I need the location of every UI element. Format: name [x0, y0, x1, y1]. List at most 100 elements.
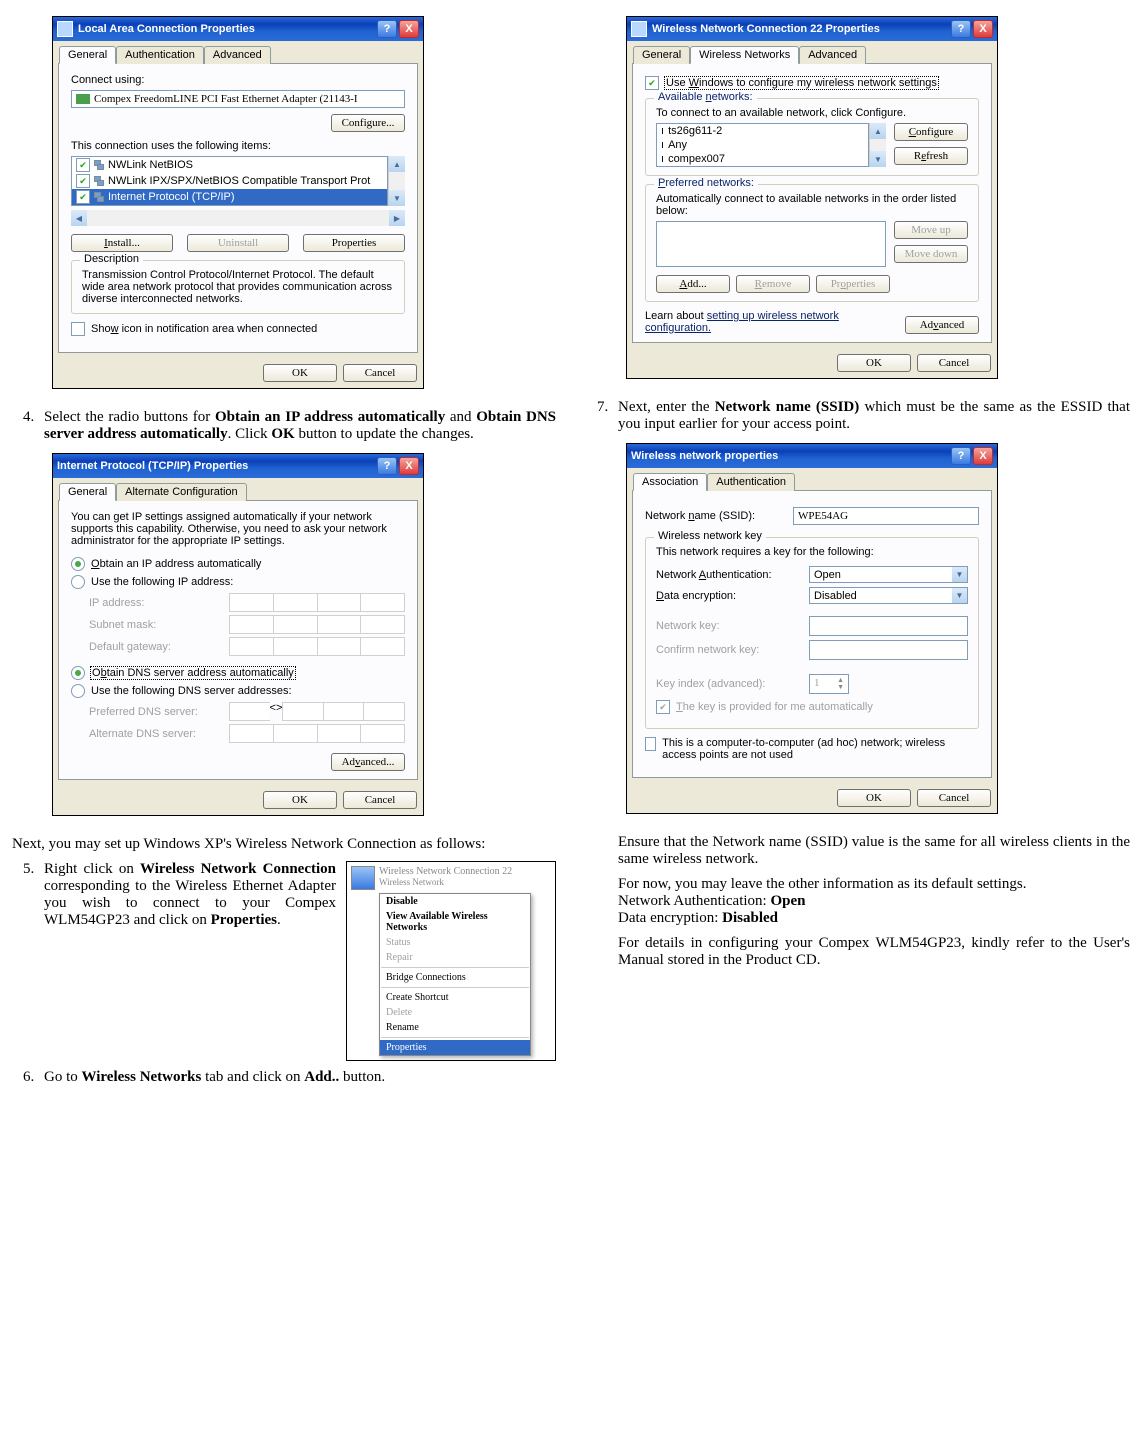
- install-button[interactable]: Install...: [71, 234, 173, 252]
- cancel-button[interactable]: Cancel: [343, 364, 417, 382]
- ssid-input[interactable]: WPE54AG: [793, 507, 979, 525]
- tab-authentication[interactable]: Authentication: [116, 46, 204, 64]
- menu-bridge[interactable]: Bridge Connections: [380, 970, 530, 985]
- window-title: Local Area Connection Properties: [78, 23, 255, 35]
- menu-properties[interactable]: Properties: [380, 1040, 530, 1055]
- title-bar: Local Area Connection Properties ? X: [53, 17, 423, 41]
- tab-advanced[interactable]: Advanced: [799, 46, 866, 64]
- tab-advanced[interactable]: Advanced: [204, 46, 271, 64]
- refresh-button[interactable]: Refresh: [894, 147, 968, 165]
- auth-select[interactable]: Open▼: [809, 566, 968, 583]
- tail-p3: For details in configuring your Compex W…: [618, 935, 1130, 969]
- configure-button[interactable]: Configure...: [331, 114, 405, 132]
- available-list[interactable]: ıts26g611-2 ıAny ıcompex007: [656, 123, 869, 167]
- ok-button[interactable]: OK: [263, 791, 337, 809]
- use-windows-checkbox[interactable]: ✔: [645, 76, 659, 90]
- checkbox-icon[interactable]: ✔: [76, 190, 90, 204]
- checkbox-icon[interactable]: ✔: [76, 158, 90, 172]
- items-list[interactable]: ✔NWLink NetBIOS ✔NWLink IPX/SPX/NetBIOS …: [71, 156, 388, 206]
- help-button[interactable]: ?: [377, 20, 397, 38]
- tab-general[interactable]: General: [633, 46, 690, 64]
- step-7: Next, enter the Network name (SSID) whic…: [612, 399, 1130, 433]
- adhoc-label: This is a computer-to-computer (ad hoc) …: [662, 737, 979, 761]
- help-button[interactable]: ?: [377, 457, 397, 475]
- horizontal-scrollbar[interactable]: ◀▶: [71, 210, 405, 226]
- close-button[interactable]: X: [973, 20, 993, 38]
- configure-button[interactable]: Configure: [894, 123, 968, 141]
- available-networks-title: Available networks:: [654, 91, 757, 103]
- learn-link[interactable]: setting up wireless network configuratio…: [645, 310, 839, 334]
- step-6: Go to Wireless Networks tab and click on…: [38, 1069, 556, 1086]
- confirm-key-input: [809, 640, 968, 660]
- tab-wireless-networks[interactable]: Wireless Networks: [690, 46, 799, 64]
- ok-button[interactable]: OK: [837, 789, 911, 807]
- vertical-scrollbar[interactable]: ▲▼: [869, 123, 886, 167]
- chevron-down-icon: ▼: [952, 588, 967, 603]
- radio-use-ip[interactable]: [71, 575, 85, 589]
- close-button[interactable]: X: [399, 457, 419, 475]
- cancel-button[interactable]: Cancel: [917, 354, 991, 372]
- ok-button[interactable]: OK: [837, 354, 911, 372]
- adhoc-checkbox[interactable]: [645, 737, 656, 751]
- advanced-button[interactable]: Advanced: [905, 316, 979, 334]
- tab-general[interactable]: General: [59, 46, 116, 64]
- ok-button[interactable]: OK: [263, 364, 337, 382]
- help-button[interactable]: ?: [951, 447, 971, 465]
- instruction-list: Select the radio buttons for Obtain an I…: [12, 409, 556, 443]
- auto-key-checkbox: ✔: [656, 700, 670, 714]
- tab-alternate[interactable]: Alternate Configuration: [116, 483, 247, 501]
- antenna-icon: ı: [661, 125, 664, 137]
- cancel-button[interactable]: Cancel: [343, 791, 417, 809]
- window-title: Internet Protocol (TCP/IP) Properties: [57, 460, 248, 472]
- show-icon-label: Show icon in notification area when conn…: [91, 323, 317, 335]
- add-button[interactable]: Add...: [656, 275, 730, 293]
- step-4: Select the radio buttons for Obtain an I…: [38, 409, 556, 443]
- tab-association[interactable]: Association: [633, 473, 707, 491]
- tab-strip: General Authentication Advanced: [53, 41, 423, 63]
- wireless-properties-dialog: Wireless Network Connection 22 Propertie…: [626, 16, 998, 379]
- advanced-button[interactable]: Advanced...: [331, 753, 405, 771]
- enc-select[interactable]: Disabled▼: [809, 587, 968, 604]
- network-icon: [631, 21, 647, 37]
- step-5: Right click on Wireless Network Connecti…: [38, 861, 336, 929]
- available-text: To connect to an available network, clic…: [656, 107, 968, 119]
- adns-field: [229, 724, 405, 743]
- protocol-icon: [94, 160, 104, 170]
- radio-obtain-ip[interactable]: [71, 557, 85, 571]
- key-text: This network requires a key for the foll…: [656, 546, 968, 558]
- tab-authentication[interactable]: Authentication: [707, 473, 795, 491]
- menu-shortcut[interactable]: Create Shortcut: [380, 990, 530, 1005]
- chevron-down-icon: ▼: [952, 567, 967, 582]
- close-button[interactable]: X: [973, 447, 993, 465]
- description-title: Description: [80, 253, 143, 265]
- cancel-button[interactable]: Cancel: [917, 789, 991, 807]
- checkbox-icon[interactable]: ✔: [76, 174, 90, 188]
- preferred-text: Automatically connect to available netwo…: [656, 193, 968, 217]
- mid-text: Next, you may set up Windows XP's Wirele…: [12, 836, 556, 853]
- menu-delete: Delete: [380, 1005, 530, 1020]
- menu-status: Status: [380, 935, 530, 950]
- title-bar: Wireless network properties ? X: [627, 444, 997, 468]
- protocol-icon: [94, 176, 104, 186]
- menu-view-networks[interactable]: View Available Wireless Networks: [380, 909, 530, 935]
- connect-using-label: Connect using:: [71, 74, 405, 86]
- instruction-list: Next, enter the Network name (SSID) whic…: [586, 399, 1130, 433]
- help-button[interactable]: ?: [951, 20, 971, 38]
- tab-general[interactable]: General: [59, 483, 116, 501]
- remove-button: Remove: [736, 275, 810, 293]
- close-button[interactable]: X: [399, 20, 419, 38]
- protocol-icon: [94, 192, 104, 202]
- wireless-icon: [351, 866, 375, 890]
- learn-text: Learn about setting up wireless network …: [645, 310, 895, 334]
- radio-use-dns[interactable]: [71, 684, 85, 698]
- menu-disable[interactable]: Disable: [380, 894, 530, 909]
- properties-button[interactable]: Properties: [303, 234, 405, 252]
- show-icon-checkbox[interactable]: [71, 322, 85, 336]
- preferred-list[interactable]: [656, 221, 886, 267]
- key-index-spinner: 1▲▼: [809, 674, 849, 694]
- radio-obtain-dns[interactable]: [71, 666, 85, 680]
- moveup-button: Move up: [894, 221, 968, 239]
- menu-rename[interactable]: Rename: [380, 1020, 530, 1035]
- vertical-scrollbar[interactable]: ▲▼: [388, 156, 405, 206]
- items-label: This connection uses the following items…: [71, 140, 405, 152]
